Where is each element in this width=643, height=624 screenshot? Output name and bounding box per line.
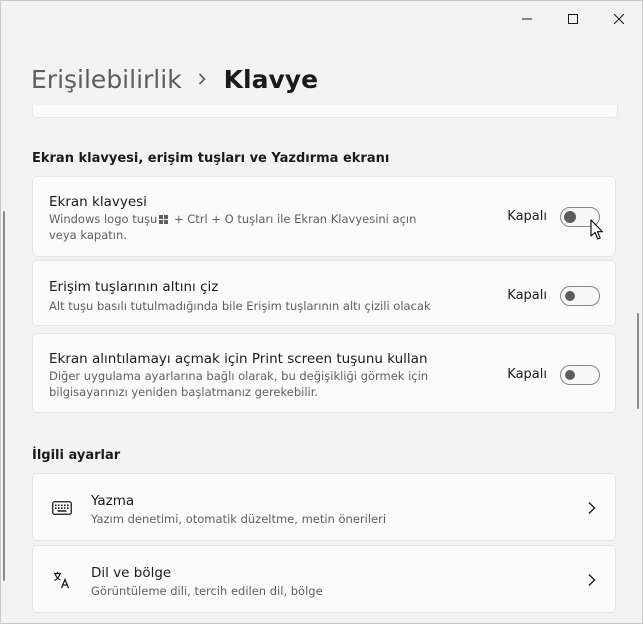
related-link-title: Yazma bbox=[91, 493, 135, 509]
related-link-language-region[interactable]: Dil ve bölge Görüntüleme dili, tercih ed… bbox=[32, 545, 616, 613]
windows-logo-icon bbox=[159, 215, 169, 224]
toggle-knob bbox=[565, 291, 575, 301]
maximize-button[interactable] bbox=[550, 1, 596, 37]
close-button[interactable] bbox=[596, 1, 642, 37]
setting-description: Alt tuşu basılı tutulmadığında bile Eriş… bbox=[49, 299, 431, 313]
caption-controls bbox=[504, 1, 642, 37]
mouse-cursor-icon bbox=[590, 219, 604, 240]
section-title-related: İlgili ayarlar bbox=[32, 448, 121, 463]
related-link-description: Görüntüleme dili, tercih edilen dil, böl… bbox=[91, 584, 323, 598]
close-icon bbox=[614, 14, 624, 24]
page-title: Klavye bbox=[223, 64, 319, 94]
settings-content[interactable]: Ekran klavyesi, erişim tuşları ve Yazdır… bbox=[1, 105, 642, 623]
minimize-button[interactable] bbox=[504, 1, 550, 37]
previous-card bbox=[32, 105, 618, 118]
print-screen-toggle[interactable] bbox=[560, 365, 600, 385]
related-link-description: Yazım denetimi, otomatik düzeltme, metin… bbox=[91, 512, 387, 526]
setting-description: Windows logo tuşu + Ctrl + O tuşları ile… bbox=[49, 212, 417, 242]
chevron-right-icon bbox=[588, 574, 596, 586]
content-scrollbar[interactable] bbox=[637, 313, 639, 409]
language-icon bbox=[51, 569, 73, 591]
settings-window: Erişilebilirlik Klavye Ekran klavyesi, e… bbox=[0, 0, 643, 624]
setting-card-print-screen: Ekran alıntılamayı açmak için Print scre… bbox=[32, 333, 616, 413]
setting-card-underline-access-keys: Erişim tuşlarının altını çiz Alt tuşu ba… bbox=[32, 260, 616, 326]
toggle-knob bbox=[565, 370, 575, 380]
setting-description: Diğer uygulama ayarlarına bağlı olarak, … bbox=[49, 369, 429, 399]
toggle-state-label: Kapalı bbox=[507, 209, 547, 224]
chevron-right-icon bbox=[198, 73, 206, 85]
related-link-typing[interactable]: Yazma Yazım denetimi, otomatik düzeltme,… bbox=[32, 473, 616, 541]
setting-title: Ekran klavyesi bbox=[49, 194, 147, 210]
section-title-keyboard: Ekran klavyesi, erişim tuşları ve Yazdır… bbox=[32, 151, 390, 166]
left-pane-scrollbar[interactable] bbox=[3, 211, 5, 581]
keyboard-icon bbox=[51, 497, 73, 519]
setting-card-on-screen-keyboard: Ekran klavyesi Windows logo tuşu + Ctrl … bbox=[32, 176, 616, 257]
setting-title: Ekran alıntılamayı açmak için Print scre… bbox=[49, 351, 428, 367]
breadcrumb-parent-link[interactable]: Erişilebilirlik bbox=[31, 65, 182, 94]
minimize-icon bbox=[522, 18, 532, 20]
related-link-title: Dil ve bölge bbox=[91, 565, 172, 581]
maximize-icon bbox=[568, 14, 578, 24]
breadcrumb: Erişilebilirlik Klavye bbox=[31, 59, 318, 99]
setting-title: Erişim tuşlarının altını çiz bbox=[49, 279, 219, 295]
toggle-knob bbox=[564, 211, 576, 223]
underline-access-keys-toggle[interactable] bbox=[560, 286, 600, 306]
chevron-right-icon bbox=[588, 502, 596, 514]
toggle-state-label: Kapalı bbox=[507, 367, 547, 382]
toggle-state-label: Kapalı bbox=[507, 288, 547, 303]
